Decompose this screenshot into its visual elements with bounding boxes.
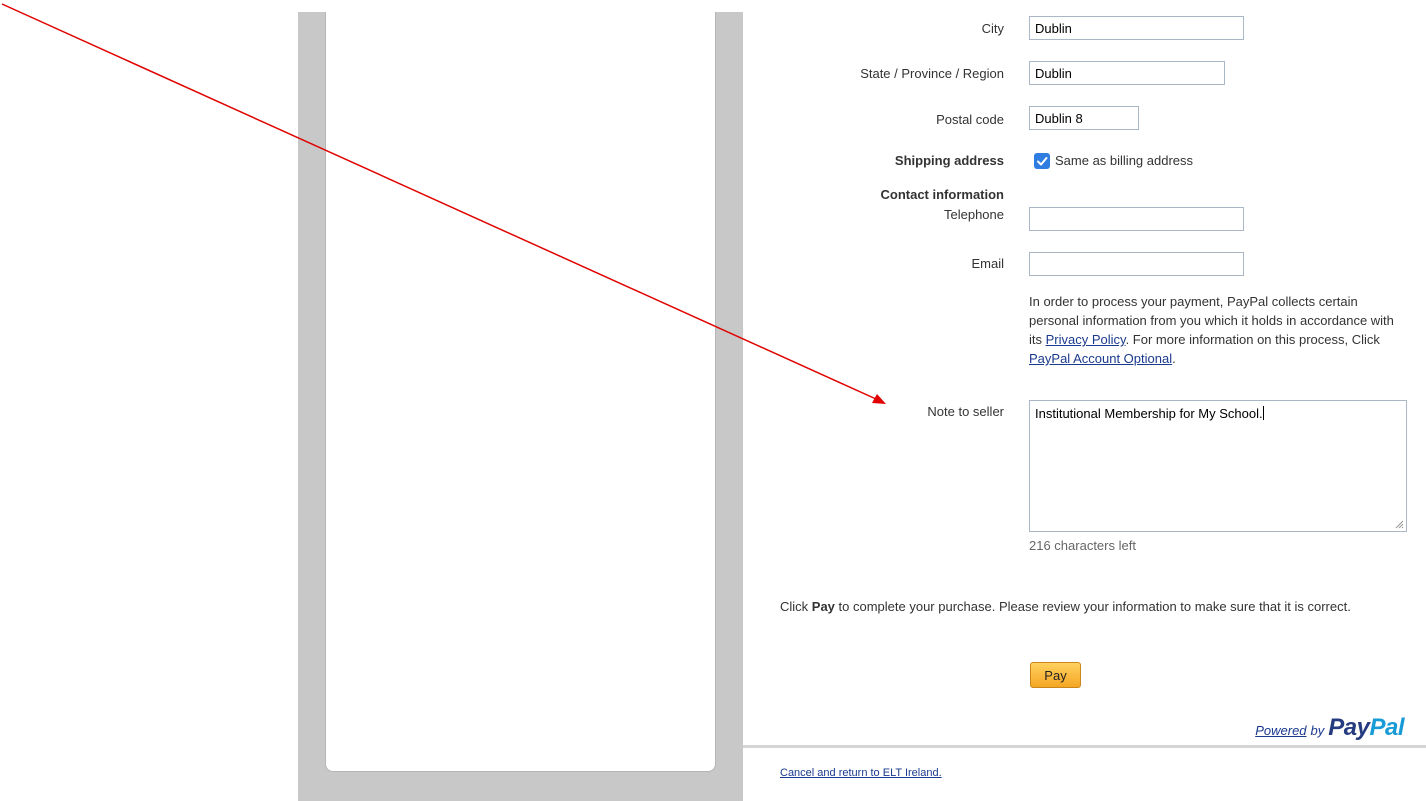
pay-instruction: Click Pay to complete your purchase. Ple… [780,597,1400,616]
powered-link[interactable]: Powered [1255,723,1306,738]
characters-left-counter: 216 characters left [1029,538,1136,553]
telephone-input[interactable] [1029,207,1244,231]
state-label: State / Province / Region [860,66,1004,81]
contact-information-heading: Contact information [880,187,1005,202]
privacy-text-middle: . For more information on this process, … [1125,332,1380,347]
checkmark-icon [1037,157,1048,166]
paypal-logo-pal: Pal [1369,714,1404,741]
pay-instruction-before: Click [780,599,812,614]
shipping-address-label: Shipping address [894,153,1004,168]
privacy-text-after: . [1172,351,1176,366]
note-text: Institutional Membership for My School. [1035,406,1263,421]
resize-grip-icon[interactable] [1394,519,1404,529]
telephone-label: Telephone [944,207,1004,222]
postal-code-label: Postal code [936,112,1004,127]
powered-by-paypal: Powered by PayPal [1255,714,1404,742]
pay-instruction-after: to complete your purchase. Please review… [834,599,1351,614]
note-to-seller-textarea[interactable]: Institutional Membership for My School. [1029,400,1407,532]
city-input[interactable] [1029,16,1244,40]
note-to-seller-label: Note to seller [927,404,1004,419]
pay-button[interactable]: Pay [1030,662,1081,688]
text-caret [1262,406,1264,420]
state-input[interactable] [1029,61,1225,85]
left-sidebar-panel [298,12,743,801]
email-input[interactable] [1029,252,1244,276]
city-label: City [981,21,1004,36]
privacy-policy-link[interactable]: Privacy Policy [1046,332,1126,347]
paypal-logo: PayPal [1328,714,1404,742]
paypal-logo-pay: Pay [1328,714,1370,741]
powered-by-text: by [1310,723,1325,738]
paypal-account-optional-link[interactable]: PayPal Account Optional [1029,351,1172,366]
privacy-notice: In order to process your payment, PayPal… [1029,292,1409,368]
footer-divider [743,745,1426,748]
pay-instruction-bold: Pay [811,599,835,614]
same-as-billing-label[interactable]: Same as billing address [1055,153,1193,168]
same-as-billing-checkbox[interactable] [1034,153,1050,169]
left-panel-content [325,12,716,772]
postal-code-input[interactable] [1029,106,1139,130]
cancel-return-link[interactable]: Cancel and return to ELT Ireland. [780,767,942,779]
email-label: Email [971,256,1004,271]
